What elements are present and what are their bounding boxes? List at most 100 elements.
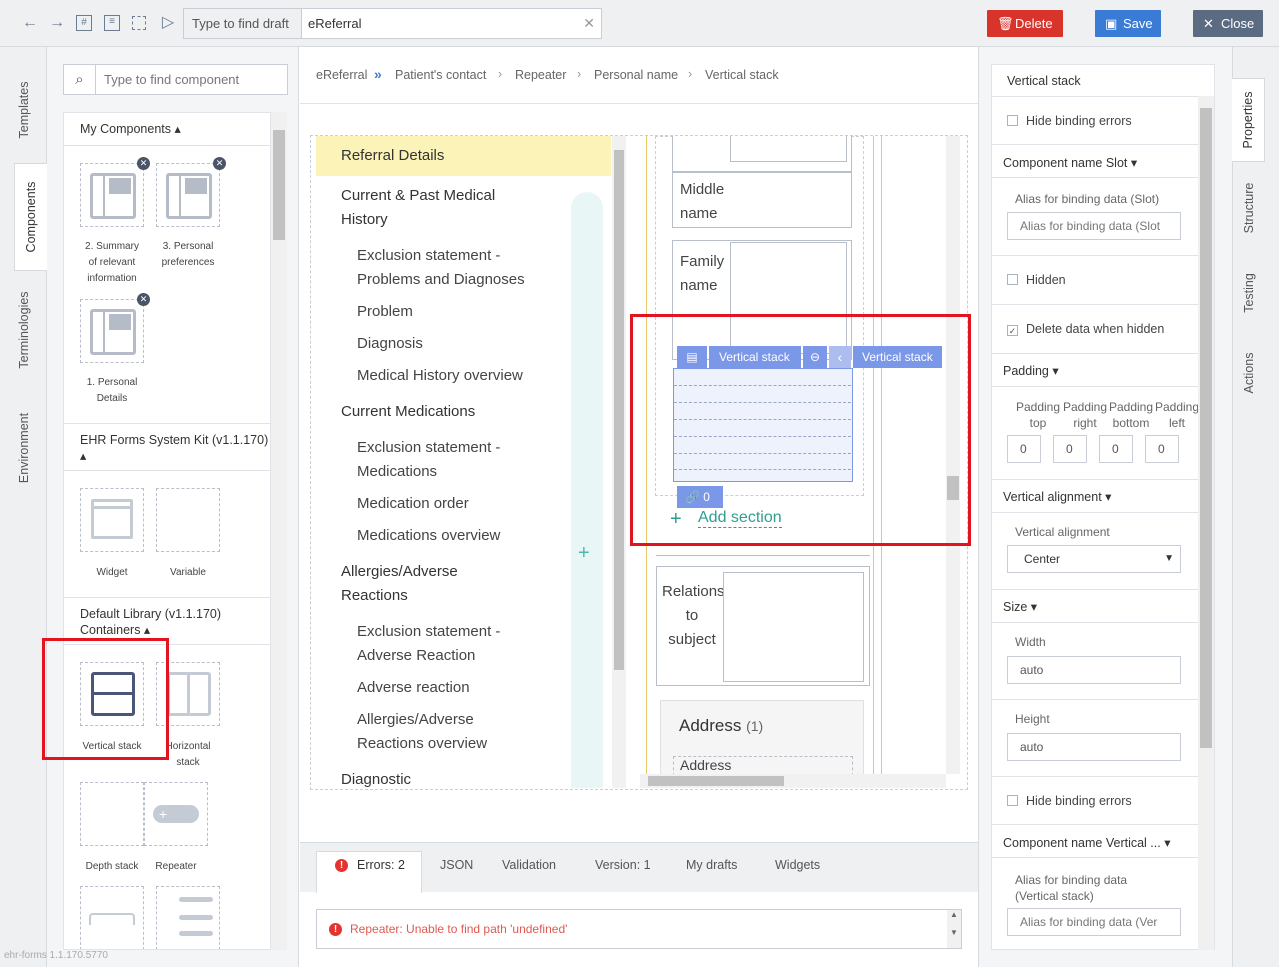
- nav-item[interactable]: Problem: [357, 300, 413, 324]
- tab-environment[interactable]: Environment: [0, 400, 47, 495]
- given-name-input[interactable]: [730, 136, 847, 162]
- component-personal-details[interactable]: [80, 299, 144, 363]
- nav-item[interactable]: Allergies/Adverse Reactions overview: [357, 708, 487, 756]
- alias-slot-input[interactable]: Alias for binding data (Slot: [1007, 212, 1181, 240]
- padding-row: Padding top Padding right Padding bottom Pa…: [992, 387, 1199, 480]
- padding-top-input[interactable]: 0: [1007, 435, 1041, 463]
- chevron-right-icon: ›: [688, 67, 693, 81]
- save-button[interactable]: ▣ Save: [1095, 10, 1161, 37]
- relations-input[interactable]: [723, 572, 864, 682]
- hidden-checkbox[interactable]: Hidden: [992, 256, 1198, 305]
- vs-section-header[interactable]: Component name Vertical ... ▾: [992, 825, 1198, 858]
- delete-button[interactable]: 🗑Delete: [987, 10, 1063, 37]
- breadcrumb-item[interactable]: Personal name: [594, 68, 678, 82]
- nav-item-referral-details[interactable]: Referral Details: [341, 144, 444, 168]
- form-hscrollbar[interactable]: [640, 774, 946, 788]
- component-repeater[interactable]: +: [144, 782, 208, 846]
- slot-section-header[interactable]: Component name Slot ▾: [992, 145, 1198, 178]
- tab-structure[interactable]: Structure: [1232, 170, 1265, 246]
- highlight-box: [42, 638, 169, 760]
- breadcrumb-item[interactable]: eReferral: [316, 68, 367, 82]
- component-tabs[interactable]: [80, 886, 144, 949]
- hide-binding-errors-checkbox-2[interactable]: Hide binding errors: [992, 777, 1198, 825]
- double-chevron-icon: »: [374, 66, 382, 82]
- search-icon: ⌕: [64, 65, 96, 94]
- size-section-header[interactable]: Size ▾: [992, 590, 1198, 623]
- tab-widgets[interactable]: Widgets: [775, 858, 820, 872]
- nav-item[interactable]: Exclusion statement - Adverse Reaction: [357, 620, 500, 668]
- tab-my-drafts[interactable]: My drafts: [686, 858, 737, 872]
- component-scrollbar[interactable]: [271, 112, 287, 950]
- height-row: Height auto: [992, 700, 1198, 777]
- nav-item[interactable]: Adverse reaction: [357, 676, 470, 700]
- alias-slot-label: Alias for binding data (Slot): [1015, 192, 1160, 206]
- alias-vs-input[interactable]: Alias for binding data (Ver: [1007, 908, 1181, 936]
- valign-section-header[interactable]: Vertical alignment ▾: [992, 480, 1198, 513]
- valign-select[interactable]: Center ▼: [1007, 545, 1181, 573]
- list-icon[interactable]: ≡: [104, 15, 120, 31]
- breadcrumb-item[interactable]: Repeater: [515, 68, 566, 82]
- play-icon[interactable]: ▷: [158, 13, 178, 33]
- tab-components[interactable]: Components: [14, 163, 47, 271]
- properties-scrollbar[interactable]: [1198, 96, 1214, 950]
- breadcrumb-item[interactable]: Vertical stack: [705, 68, 779, 82]
- close-icon: ✕: [1203, 16, 1214, 31]
- nav-item[interactable]: Exclusion statement - Problems and Diagno…: [357, 244, 525, 292]
- breadcrumb-item[interactable]: Patient's contact: [395, 68, 486, 82]
- select-frame-icon[interactable]: [132, 16, 146, 30]
- grid-icon[interactable]: #: [76, 15, 92, 31]
- tab-testing[interactable]: Testing: [1232, 260, 1265, 326]
- nav-group-diagnostic[interactable]: Diagnostic: [341, 768, 411, 788]
- padding-right-input[interactable]: 0: [1053, 435, 1087, 463]
- nav-item[interactable]: Medications overview: [357, 524, 500, 548]
- height-input[interactable]: auto: [1007, 733, 1181, 761]
- remove-icon[interactable]: ✕: [137, 293, 150, 306]
- valign-row: Vertical alignment Center ▼: [992, 513, 1198, 590]
- nav-item[interactable]: Exclusion statement - Medications: [357, 436, 500, 484]
- plus-icon[interactable]: +: [578, 542, 590, 565]
- remove-icon[interactable]: ✕: [213, 157, 226, 170]
- tab-version[interactable]: Version: 1: [595, 858, 651, 872]
- component-depth-stack[interactable]: [80, 782, 144, 846]
- nav-scrollbar[interactable]: [612, 136, 626, 788]
- tab-actions[interactable]: Actions: [1232, 340, 1265, 406]
- padding-left-input[interactable]: 0: [1145, 435, 1179, 463]
- draft-search-input[interactable]: eReferral: [308, 9, 361, 38]
- component-search-input[interactable]: Type to find component: [104, 65, 239, 94]
- tab-validation[interactable]: Validation: [502, 858, 556, 872]
- component-widget[interactable]: [80, 488, 144, 552]
- tab-json[interactable]: JSON: [440, 858, 473, 872]
- component-summary[interactable]: [80, 163, 144, 227]
- close-button[interactable]: ✕ Close: [1193, 10, 1263, 37]
- nav-item[interactable]: Diagnosis: [357, 332, 423, 356]
- section-my-components[interactable]: My Components ▴: [64, 113, 270, 146]
- padding-bottom-input[interactable]: 0: [1099, 435, 1133, 463]
- delete-when-hidden-checkbox[interactable]: ✓ Delete data when hidden: [992, 305, 1198, 354]
- nav-group-allergies[interactable]: Allergies/Adverse Reactions: [341, 560, 458, 608]
- clear-search-icon[interactable]: ✕: [583, 9, 595, 38]
- width-input[interactable]: auto: [1007, 656, 1181, 684]
- hide-binding-errors-checkbox[interactable]: Hide binding errors: [992, 97, 1198, 145]
- nav-item[interactable]: Medication order: [357, 492, 469, 516]
- tab-errors[interactable]: Errors: 2: [357, 858, 405, 872]
- component-search[interactable]: ⌕ Type to find component: [63, 64, 288, 95]
- nav-group-medications[interactable]: Current Medications: [341, 400, 475, 424]
- component-list[interactable]: [156, 886, 220, 949]
- error-message[interactable]: Repeater: Unable to find path 'undefined…: [350, 922, 567, 936]
- padding-section-header[interactable]: Padding ▾: [992, 354, 1198, 387]
- remove-icon[interactable]: ✕: [137, 157, 150, 170]
- tab-terminologies[interactable]: Terminologies: [0, 280, 47, 380]
- section-ehr-kit[interactable]: EHR Forms System Kit (v1.1.170) ▴: [64, 423, 270, 471]
- nav-group-medical-history[interactable]: Current & Past Medical History: [341, 184, 495, 232]
- component-preferences[interactable]: [156, 163, 220, 227]
- family-name-label: Family name: [680, 253, 725, 294]
- forward-arrow-icon[interactable]: →: [47, 13, 67, 33]
- error-scrollbar[interactable]: ▲ ▼: [947, 910, 961, 948]
- back-arrow-icon[interactable]: ←: [20, 13, 40, 33]
- nav-item[interactable]: Medical History overview: [357, 364, 523, 388]
- form-navigation: Referral Details Current & Past Medical H…: [316, 136, 611, 788]
- component-variable[interactable]: [156, 488, 220, 552]
- draft-search[interactable]: Type to find draft eReferral ✕: [183, 8, 602, 39]
- tab-templates[interactable]: Templates: [0, 65, 47, 155]
- tab-properties[interactable]: Properties: [1232, 78, 1265, 162]
